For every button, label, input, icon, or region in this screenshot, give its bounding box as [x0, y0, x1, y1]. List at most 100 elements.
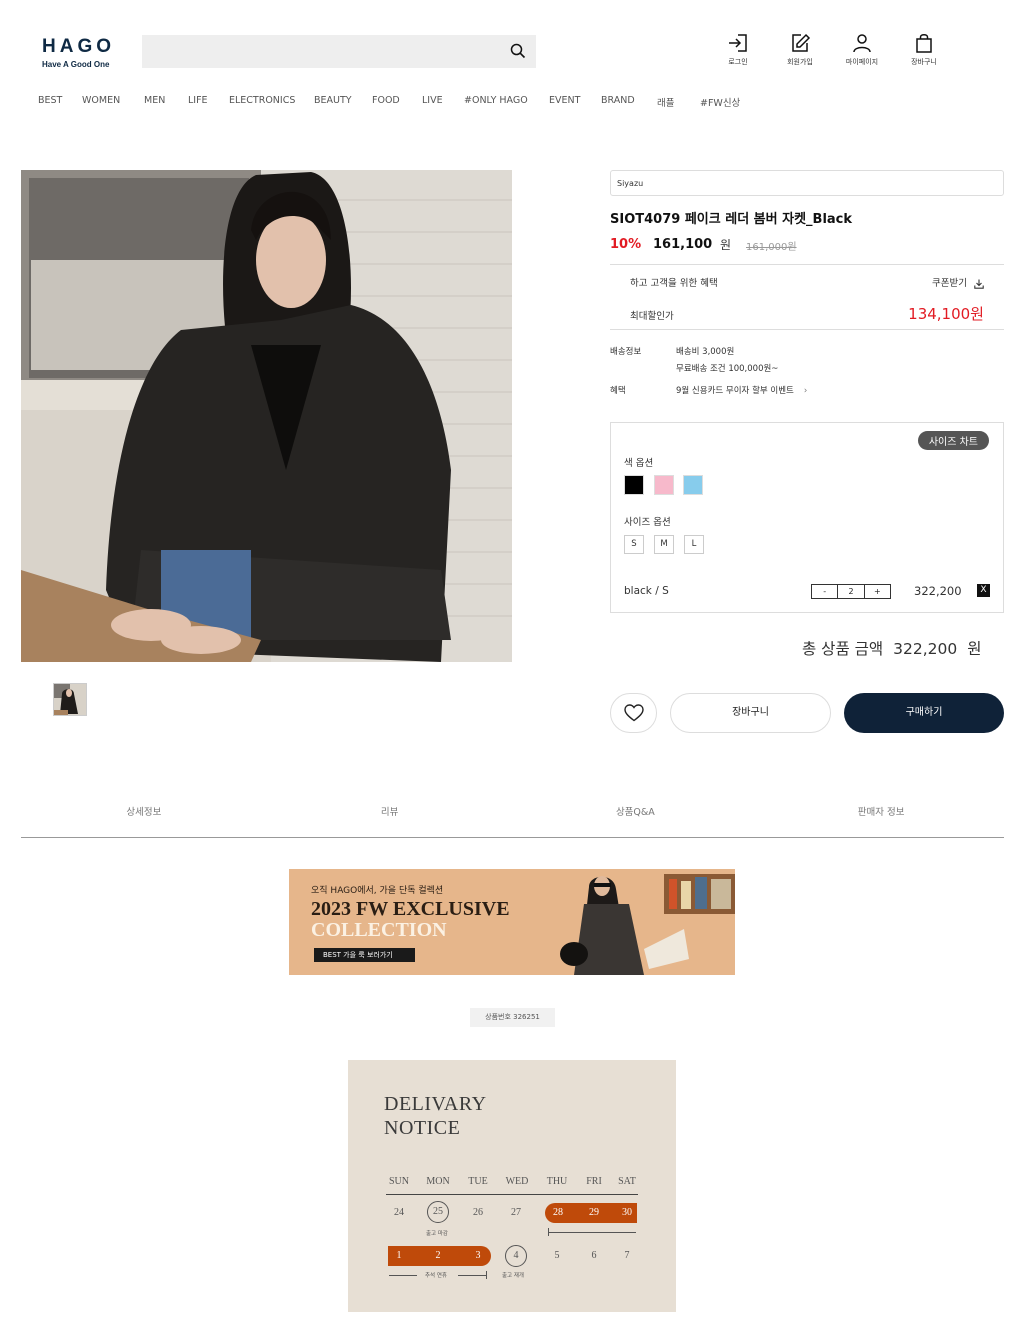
nav-best[interactable]: BEST	[38, 95, 62, 106]
original-price: 161,000원	[746, 242, 797, 253]
mypage-button[interactable]: 마이페이지	[840, 33, 884, 67]
search-input[interactable]	[142, 35, 536, 68]
remove-option-button[interactable]: X	[977, 584, 990, 597]
size-l-button[interactable]: L	[684, 535, 704, 554]
total-price: 총 상품 금액 322,200 원	[802, 637, 982, 659]
banner-title-line2: COLLECTION	[311, 919, 447, 941]
logo-tagline: Have A Good One	[42, 60, 110, 69]
login-button[interactable]: 로그인	[716, 33, 760, 67]
user-icon	[853, 34, 871, 53]
nav-live[interactable]: LIVE	[422, 95, 443, 106]
fw-collection-banner[interactable]: 오직 HAGO에서, 가을 단독 컬렉션 2023 FW EXCLUSIVE C…	[289, 869, 735, 975]
size-m-button[interactable]: M	[654, 535, 674, 554]
shipping-label: 배송정보	[610, 347, 642, 357]
bag-button[interactable]: 장바구니	[902, 33, 946, 67]
nav-fw-new[interactable]: #FW신상	[700, 95, 740, 109]
weekday-sat: SAT	[618, 1176, 636, 1187]
quantity-minus-button[interactable]: -	[812, 585, 837, 598]
nav-life[interactable]: LIFE	[188, 95, 208, 106]
nav-men[interactable]: MEN	[144, 95, 165, 106]
logo[interactable]: HAGO Have A Good One	[42, 36, 122, 69]
max-discount-price: 134,100원	[908, 305, 984, 323]
size-option-label: 사이즈 옵션	[624, 517, 671, 528]
selected-option: black / S	[624, 585, 669, 597]
benefit-title: 하고 고객을 위한 혜택	[630, 278, 718, 289]
total-label: 총 상품 금액	[802, 640, 884, 658]
total-unit: 원	[967, 640, 982, 658]
nav-beauty[interactable]: BEAUTY	[314, 95, 352, 106]
coupon-download-button[interactable]: 쿠폰받기	[932, 275, 984, 289]
product-code: 상품번호 326251	[470, 1008, 555, 1027]
sale-price: 161,100	[653, 237, 713, 252]
weekday-wed: WED	[505, 1176, 529, 1187]
quantity-plus-button[interactable]: +	[863, 585, 890, 598]
weekday-tue: TUE	[468, 1176, 488, 1187]
note-holiday: 추석 연휴	[425, 1273, 447, 1279]
add-to-cart-button[interactable]: 장바구니	[670, 693, 831, 733]
color-swatch-black[interactable]	[624, 475, 644, 495]
nav-electronics[interactable]: ELECTRONICS	[229, 95, 295, 106]
calendar-day-circled: 4	[505, 1245, 527, 1267]
nav-raffle[interactable]: 래플	[657, 95, 674, 109]
max-discount-label: 최대할인가	[630, 311, 674, 322]
note-deadline: 출고 마감	[426, 1231, 448, 1237]
delivery-title-line2: NOTICE	[384, 1117, 461, 1139]
calendar-day: 27	[511, 1207, 521, 1218]
calendar-day: 7	[624, 1250, 630, 1261]
banner-cta-button[interactable]: BEST 가을 룩 보러가기	[314, 948, 415, 962]
calendar-day: 28	[553, 1207, 563, 1218]
brand-link[interactable]: Siyazu	[610, 170, 1004, 196]
calendar-day: 30	[622, 1207, 632, 1218]
tab-seller-info[interactable]: 판매자 정보	[758, 802, 1004, 837]
coupon-label: 쿠폰받기	[932, 278, 967, 289]
weekday-mon: MON	[426, 1176, 450, 1187]
calendar-day-circled: 25	[427, 1201, 449, 1223]
tab-qna[interactable]: 상품Q&A	[513, 802, 759, 837]
calendar-day: 3	[475, 1250, 481, 1261]
chevron-right-icon: ›	[803, 386, 808, 396]
shipping-fee: 배송비 3,000원	[676, 347, 735, 357]
bracket-line	[389, 1275, 417, 1276]
weekday-thu: THU	[546, 1176, 568, 1187]
bracket-tick	[486, 1271, 487, 1279]
delivery-title-line1: DELIVARY	[384, 1093, 487, 1115]
color-option-label: 색 옵션	[624, 458, 654, 469]
product-main-image	[21, 170, 512, 662]
quantity-value[interactable]: 2	[837, 585, 863, 598]
color-swatch-pink[interactable]	[654, 475, 674, 495]
signup-icon	[792, 33, 811, 52]
search-icon[interactable]	[510, 43, 526, 59]
selected-option-price: 322,200	[914, 584, 962, 598]
size-s-button[interactable]: S	[624, 535, 644, 554]
login-label: 로그인	[728, 58, 748, 66]
heart-icon	[624, 704, 644, 722]
tab-details[interactable]: 상세정보	[21, 802, 267, 837]
nav-event[interactable]: EVENT	[549, 95, 580, 106]
calendar-day: 26	[473, 1207, 483, 1218]
tab-reviews[interactable]: 리뷰	[267, 802, 513, 837]
nav-food[interactable]: FOOD	[372, 95, 400, 106]
wishlist-button[interactable]	[610, 693, 657, 733]
banner-title-line1: 2023 FW EXCLUSIVE	[311, 898, 510, 920]
benefit-box: 하고 고객을 위한 혜택 쿠폰받기 최대할인가 134,100원	[610, 264, 1004, 330]
nav-only-hago[interactable]: #ONLY HAGO	[464, 95, 528, 106]
card-event-link[interactable]: 9월 신용카드 무이자 할부 이벤트 ›	[676, 384, 807, 396]
calendar-divider	[386, 1194, 638, 1195]
currency-unit: 원	[720, 238, 732, 252]
free-shipping-condition: 무료배송 조건 100,000원~	[676, 364, 779, 374]
product-title: SIOT4079 페이크 레더 봄버 자켓_Black	[610, 212, 853, 227]
signup-button[interactable]: 회원가입	[778, 33, 822, 67]
discount-rate: 10%	[610, 237, 642, 252]
quantity-stepper: - 2 +	[811, 584, 891, 599]
buy-now-button[interactable]: 구매하기	[844, 693, 1004, 733]
weekday-sun: SUN	[388, 1176, 409, 1187]
nav-women[interactable]: WOMEN	[82, 95, 120, 106]
product-thumbnail[interactable]	[53, 683, 87, 716]
delivery-notice: DELIVARY NOTICE SUN MON TUE WED THU FRI …	[348, 1060, 676, 1312]
login-icon	[729, 34, 747, 52]
size-chart-button[interactable]: 사이즈 차트	[917, 431, 989, 450]
nav-brand[interactable]: BRAND	[601, 95, 635, 106]
color-swatch-blue[interactable]	[683, 475, 703, 495]
bracket-line	[548, 1232, 636, 1233]
note-resume: 출고 재개	[502, 1273, 524, 1279]
